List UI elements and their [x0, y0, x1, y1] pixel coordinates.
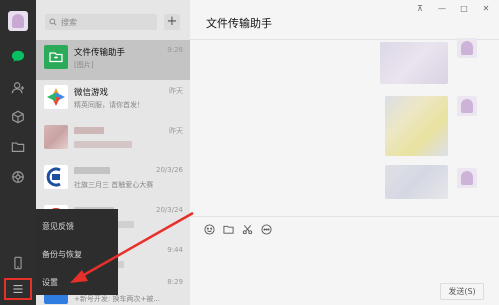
contacts-icon[interactable]	[9, 79, 27, 97]
image-message[interactable]	[385, 96, 448, 156]
chat-item[interactable]: 昨天	[36, 120, 190, 160]
folder-icon[interactable]	[9, 138, 27, 156]
chat-time: 8:29	[167, 278, 183, 286]
add-chat-button[interactable]: +	[164, 14, 180, 30]
moments-icon[interactable]	[9, 168, 27, 186]
chat-title: 文件传输助手	[74, 48, 126, 58]
minimize-icon[interactable]: —	[437, 4, 447, 13]
chat-time: 20/3/24	[156, 206, 183, 214]
menu-item-backup[interactable]: 备份与恢复	[42, 249, 82, 260]
avatar	[457, 168, 477, 188]
search-placeholder: 搜索	[61, 17, 77, 27]
chat-time: 9:44	[167, 246, 183, 254]
chat-time: 昨天	[169, 87, 183, 95]
chat-time: 9:28	[167, 46, 183, 54]
maximize-icon[interactable]: □	[459, 4, 469, 13]
chat-time: 昨天	[169, 127, 183, 135]
game-logo-icon	[44, 85, 68, 109]
menu-hamburger-icon[interactable]	[4, 278, 32, 300]
chat-preview: [图片]	[74, 61, 94, 69]
search-input[interactable]: 搜索	[45, 14, 157, 30]
left-nav-rail	[0, 0, 36, 305]
contact-avatar	[44, 125, 68, 149]
menu-item-feedback[interactable]: 意见反馈	[42, 221, 74, 232]
chat-window: ⊼ — □ ✕ 文件传输助手 发送(S)	[190, 0, 499, 305]
user-avatar[interactable]	[8, 11, 28, 31]
chat-time: 20/3/26	[156, 166, 183, 174]
avatar	[457, 38, 477, 58]
menu-item-settings[interactable]: 设置	[42, 277, 58, 288]
chat-item[interactable]: 社旗三月三 首触爱心大赛 20/3/26	[36, 160, 190, 200]
chat-bubble-icon[interactable]	[261, 224, 272, 235]
favorites-icon[interactable]	[9, 108, 27, 126]
file-transfer-icon	[44, 45, 68, 69]
chat-title-header: 文件传输助手	[206, 17, 272, 30]
bank-logo-icon	[44, 165, 68, 189]
chat-preview: 社旗三月三 首触爱心大赛	[74, 181, 154, 189]
search-icon	[49, 18, 57, 26]
send-button[interactable]: 发送(S)	[440, 283, 484, 300]
chat-title: 微信游戏	[74, 88, 109, 98]
scissors-icon[interactable]	[242, 224, 253, 235]
image-message[interactable]	[380, 42, 448, 84]
phone-icon[interactable]	[9, 254, 27, 272]
window-controls: ⊼ — □ ✕	[415, 4, 491, 13]
settings-popup-menu: 意见反馈 备份与恢复 设置	[36, 209, 118, 295]
close-icon[interactable]: ✕	[481, 4, 491, 13]
chat-preview: +新号开发: 换车两次+被...	[74, 295, 160, 303]
chat-preview: 精英同服，请你首发！	[74, 101, 144, 109]
pin-icon[interactable]: ⊼	[415, 4, 425, 13]
chat-item[interactable]: 文件传输助手 [图片] 9:28	[36, 40, 190, 80]
image-message[interactable]	[385, 165, 448, 199]
avatar	[457, 96, 477, 116]
chat-icon[interactable]	[9, 47, 27, 65]
emoji-icon[interactable]	[204, 224, 215, 235]
chat-item[interactable]: 微信游戏 精英同服，请你首发！ 昨天	[36, 80, 190, 120]
message-toolbar	[204, 224, 272, 235]
file-icon[interactable]	[223, 224, 234, 235]
